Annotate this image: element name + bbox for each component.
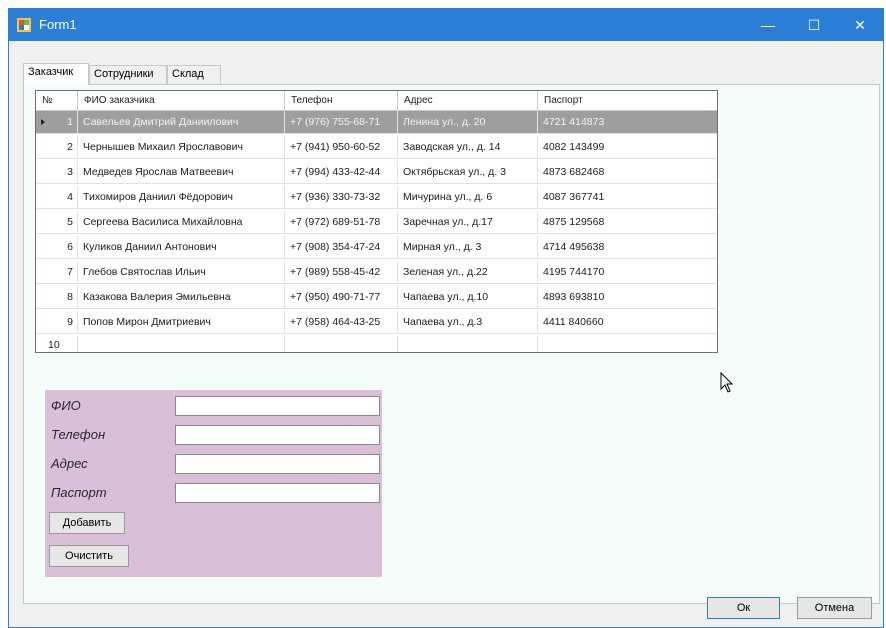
passport-label: Паспорт [51,485,107,500]
fio-cell[interactable]: Глебов Святослав Ильич [78,261,285,284]
customers-grid[interactable]: № ФИО заказчика Телефон Адрес Паспорт 1С… [35,90,718,353]
fio-cell[interactable]: Савельев Дмитрий Даниилович [78,111,285,134]
phone-cell[interactable]: +7 (989) 558-45-42 [285,261,398,284]
table-row[interactable]: 3 Медведев Ярослав Матвеевич +7 (994) 433-… [36,161,717,184]
title-bar[interactable]: Form1 — ☐ ✕ [9,9,883,41]
add-button[interactable]: Добавить [49,512,125,534]
fio-cell[interactable]: Попов Мирон Дмитриевич [78,311,285,334]
current-row-arrow-icon [41,119,45,125]
fio-cell[interactable]: Казакова Валерия Эмильевна [78,286,285,309]
address-cell[interactable]: Зеленая ул., д.22 [398,261,538,284]
passport-cell[interactable]: 4714 495638 [538,236,717,259]
table-row[interactable]: 5 Сергеева Василиса Михайловна +7 (972) 68… [36,211,717,234]
table-row[interactable]: 7 Глебов Святослав Ильич +7 (989) 558-45-4… [36,261,717,284]
address-label: Адрес [51,456,88,471]
new-row-cell[interactable] [398,336,538,352]
new-row-number: 10 [36,336,78,352]
passport-cell[interactable]: 4873 682468 [538,161,717,184]
address-cell[interactable]: Октябрьская ул., д. 3 [398,161,538,184]
phone-label: Телефон [51,427,106,442]
passport-cell[interactable]: 4195 744170 [538,261,717,284]
address-cell[interactable]: Заводская ул., д. 14 [398,136,538,159]
table-row[interactable]: 2 Чернышев Михаил Ярославович +7 (941) 950… [36,136,717,159]
row-number-cell[interactable]: 4 [36,186,78,209]
passport-cell[interactable]: 4875 129568 [538,211,717,234]
column-header-number[interactable]: № [36,91,78,111]
fio-cell[interactable]: Чернышев Михаил Ярославович [78,136,285,159]
ok-button[interactable]: Ок [707,597,780,619]
phone-cell[interactable]: +7 (936) 330-73-32 [285,186,398,209]
phone-input[interactable] [175,425,380,445]
new-row-cell[interactable] [285,336,398,352]
passport-cell[interactable]: 4721 414873 [538,111,717,134]
phone-cell[interactable]: +7 (941) 950-60-52 [285,136,398,159]
row-number-cell[interactable]: 5 [36,211,78,234]
fio-cell[interactable]: Куликов Даниил Антонович [78,236,285,259]
table-row[interactable]: 6 Куликов Даниил Антонович +7 (908) 354-47… [36,236,717,259]
clear-button[interactable]: Очистить [49,545,129,567]
row-number-cell[interactable]: 3 [36,161,78,184]
minimize-button[interactable]: — [745,9,791,41]
row-number-cell[interactable]: 9 [36,311,78,334]
address-cell[interactable]: Чапаева ул., д.10 [398,286,538,309]
grid-header: № ФИО заказчика Телефон Адрес Паспорт [36,91,717,111]
phone-cell[interactable]: +7 (958) 464-43-25 [285,311,398,334]
fio-label: ФИО [51,398,81,413]
row-number-cell[interactable]: 8 [36,286,78,309]
column-header-address[interactable]: Адрес [398,91,538,111]
window-title: Form1 [39,17,77,32]
passport-cell[interactable]: 4082 143499 [538,136,717,159]
fio-input[interactable] [175,396,380,416]
column-header-passport[interactable]: Паспорт [538,91,717,111]
maximize-button[interactable]: ☐ [791,9,837,41]
close-button[interactable]: ✕ [837,9,883,41]
phone-cell[interactable]: +7 (950) 490-71-77 [285,286,398,309]
tab-employees[interactable]: Сотрудники [89,65,167,84]
address-cell[interactable]: Ленина ул., д. 20 [398,111,538,134]
passport-cell[interactable]: 4893 693810 [538,286,717,309]
row-number-cell[interactable]: 2 [36,136,78,159]
customer-form-panel: ФИО Телефон Адрес Паспорт Добавить Очист… [45,390,382,577]
address-cell[interactable]: Заречная ул., д.17 [398,211,538,234]
table-row[interactable]: 4 Тихомиров Даниил Фёдорович +7 (936) 330-… [36,186,717,209]
passport-input[interactable] [175,483,380,503]
passport-cell[interactable]: 4411 840660 [538,311,717,334]
grid-new-row[interactable]: 10 [36,336,717,352]
new-row-cell[interactable] [78,336,285,352]
table-row[interactable]: 8 Казакова Валерия Эмильевна +7 (950) 490-… [36,286,717,309]
fio-cell[interactable]: Медведев Ярослав Матвеевич [78,161,285,184]
phone-cell[interactable]: +7 (994) 433-42-44 [285,161,398,184]
fio-cell[interactable]: Сергеева Василиса Михайловна [78,211,285,234]
mouse-cursor-icon [720,372,734,393]
new-row-cell[interactable] [538,336,717,352]
row-number-cell[interactable]: 7 [36,261,78,284]
tab-warehouse[interactable]: Склад [167,65,221,84]
table-row[interactable]: 1 Савельев Дмитрий Даниилович +7 (976) 755… [36,111,717,134]
cancel-button[interactable]: Отмена [797,597,872,619]
phone-cell[interactable]: +7 (908) 354-47-24 [285,236,398,259]
table-row[interactable]: 9 Попов Мирон Дмитриевич +7 (958) 464-43-2… [36,311,717,334]
fio-cell[interactable]: Тихомиров Даниил Фёдорович [78,186,285,209]
column-header-phone[interactable]: Телефон [285,91,398,111]
address-cell[interactable]: Мичурина ул., д. 6 [398,186,538,209]
column-header-fio[interactable]: ФИО заказчика [78,91,285,111]
app-icon [17,18,31,32]
address-input[interactable] [175,454,380,474]
address-cell[interactable]: Мирная ул., д. 3 [398,236,538,259]
phone-cell[interactable]: +7 (972) 689-51-78 [285,211,398,234]
passport-cell[interactable]: 4087 367741 [538,186,717,209]
tab-customer[interactable]: Заказчик [23,63,89,85]
phone-cell[interactable]: +7 (976) 755-68-71 [285,111,398,134]
row-number-cell[interactable]: 6 [36,236,78,259]
address-cell[interactable]: Чапаева ул., д.3 [398,311,538,334]
